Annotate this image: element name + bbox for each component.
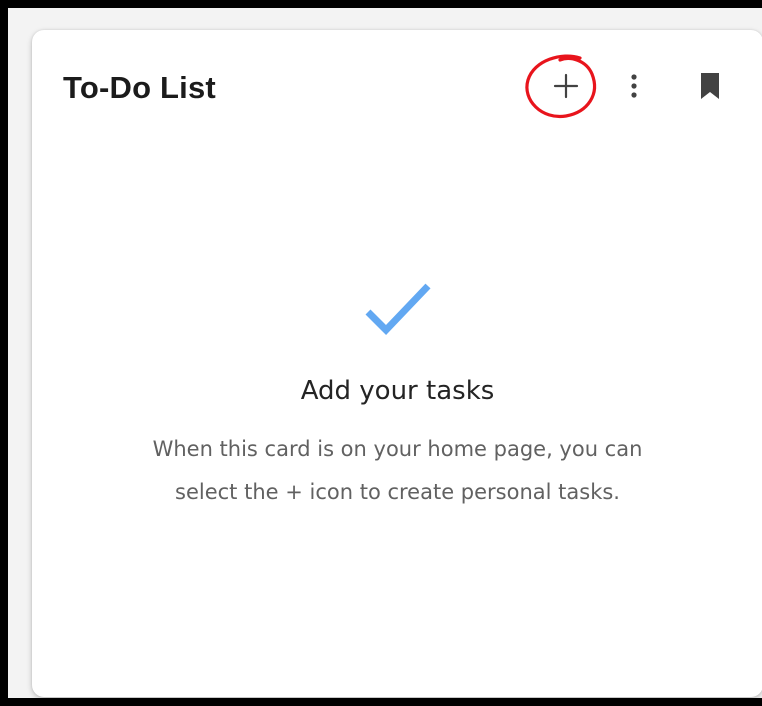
more-options-button[interactable] xyxy=(620,66,648,106)
add-task-button[interactable] xyxy=(542,62,590,110)
more-vertical-icon xyxy=(631,74,637,98)
empty-state-heading: Add your tasks xyxy=(300,376,495,406)
plus-icon xyxy=(553,73,579,99)
window-frame: To-Do List Add your tasks When this card… xyxy=(8,8,762,698)
todo-list-card: To-Do List Add your tasks When this card… xyxy=(32,30,762,697)
bookmark-button[interactable] xyxy=(692,66,728,106)
checkmark-icon xyxy=(365,283,431,336)
card-title: To-Do List xyxy=(63,70,216,105)
bookmark-icon xyxy=(701,73,719,99)
empty-state-description: When this card is on your home page, you… xyxy=(152,437,643,504)
